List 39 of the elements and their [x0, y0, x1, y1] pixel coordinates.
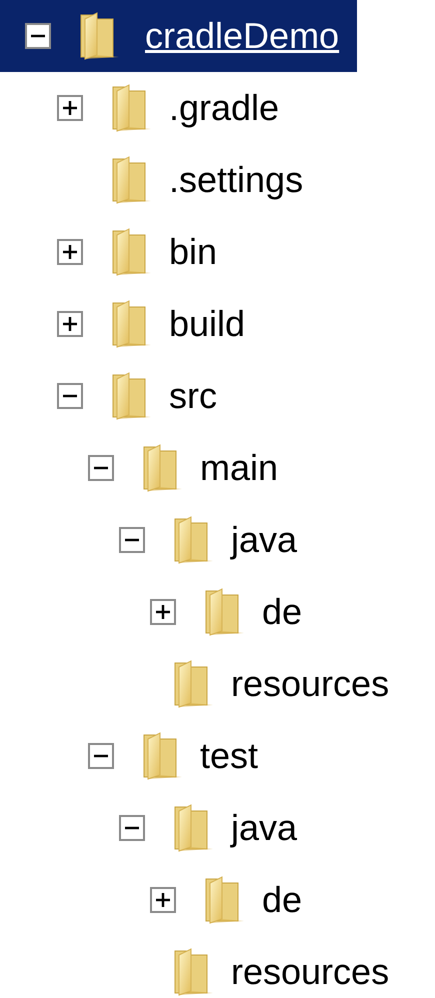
tree-item[interactable]: .gradle [0, 72, 298, 144]
collapse-toggle[interactable] [119, 527, 145, 553]
item-label: .gradle [169, 87, 280, 129]
tree-item[interactable]: bin [0, 216, 236, 288]
expand-toggle[interactable] [150, 599, 176, 625]
item-label: src [169, 375, 217, 417]
tree-item[interactable]: test [0, 720, 276, 792]
item-label: bin [169, 231, 218, 273]
tree-item[interactable]: .settings [0, 144, 322, 216]
item-label: java [231, 807, 298, 849]
tree-item[interactable]: resources [0, 936, 408, 998]
item-label: de [262, 591, 302, 633]
item-label: .settings [169, 159, 304, 201]
collapse-toggle[interactable] [119, 815, 145, 841]
expand-toggle[interactable] [57, 311, 83, 337]
item-label: resources [231, 663, 390, 705]
expand-toggle[interactable] [57, 239, 83, 265]
collapse-toggle[interactable] [88, 455, 114, 481]
tree-item[interactable]: cradleDemo [0, 0, 358, 72]
tree-item[interactable]: de [0, 576, 320, 648]
tree-item[interactable]: main [0, 432, 296, 504]
item-label: build [169, 303, 246, 345]
tree-item[interactable]: de [0, 864, 320, 936]
item-label: de [262, 879, 302, 921]
collapse-toggle[interactable] [57, 383, 83, 409]
tree-item[interactable]: java [0, 504, 316, 576]
item-label: test [200, 735, 258, 777]
expand-toggle[interactable] [150, 887, 176, 913]
tree-item[interactable]: resources [0, 648, 408, 720]
item-label: java [231, 519, 298, 561]
expand-toggle[interactable] [57, 95, 83, 121]
tree-item[interactable]: build [0, 288, 264, 360]
item-label: resources [231, 951, 390, 993]
item-label: main [200, 447, 278, 489]
tree-item[interactable]: src [0, 360, 235, 432]
item-label: cradleDemo [145, 15, 340, 57]
tree-item[interactable]: java [0, 792, 316, 864]
collapse-toggle[interactable] [88, 743, 114, 769]
collapse-toggle[interactable] [25, 23, 51, 49]
